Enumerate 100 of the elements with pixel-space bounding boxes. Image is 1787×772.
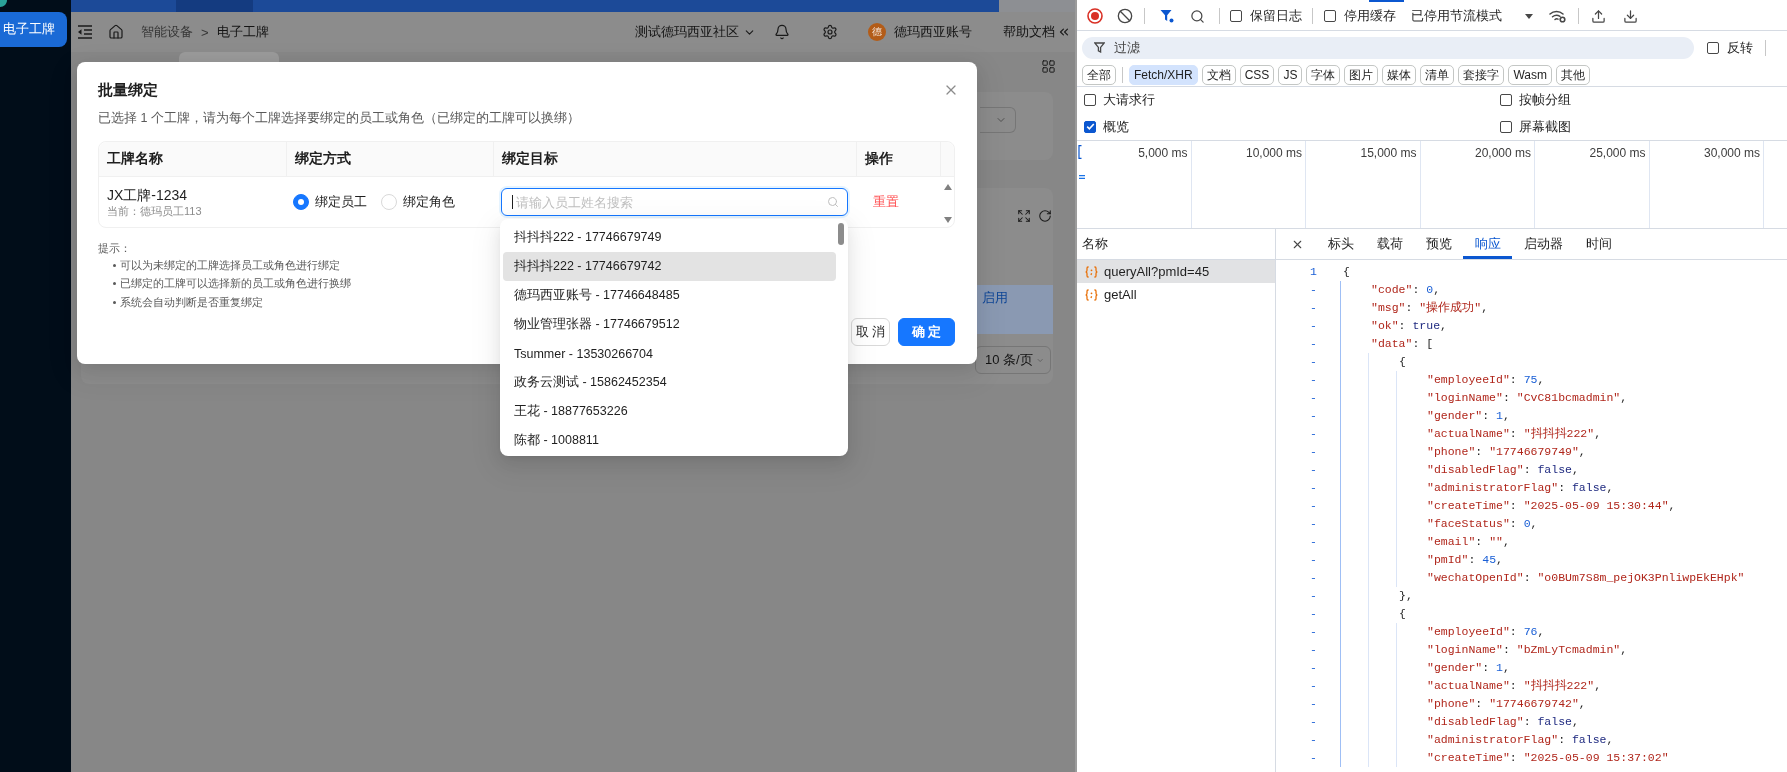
code-line: "createTime": "2025-05-09 15:30:44", — [1427, 498, 1677, 514]
checkbox-label[interactable]: 停用缓存 — [1344, 7, 1396, 25]
checkbox[interactable] — [1500, 94, 1512, 107]
bell-icon[interactable] — [774, 24, 790, 40]
code-line: "email": "", — [1427, 534, 1511, 550]
request-item[interactable]: getAll — [1077, 283, 1275, 306]
grid-icon[interactable] — [1041, 58, 1056, 74]
checkbox-label[interactable]: 按帧分组 — [1519, 91, 1571, 110]
breadcrumb-link[interactable]: 智能设备 — [141, 23, 193, 41]
line-number: - — [1310, 336, 1317, 352]
radio-label[interactable]: 绑定角色 — [403, 193, 455, 211]
tip-text: 可以为未绑定的工牌选择员工或角色进行绑定 — [120, 257, 340, 273]
checkbox[interactable] — [1500, 120, 1512, 133]
filter-chip[interactable]: 套接字 — [1458, 65, 1505, 85]
bullet-icon — [113, 263, 116, 267]
checkbox-label[interactable]: 大请求行 — [1103, 91, 1155, 110]
tab[interactable]: 启动器 — [1512, 229, 1574, 259]
tab[interactable]: 时间 — [1574, 229, 1623, 259]
cancel-button[interactable]: 取 消 — [851, 317, 890, 346]
tab[interactable]: 预览 — [1414, 229, 1463, 259]
filter-chip[interactable]: 字体 — [1306, 65, 1341, 85]
tab[interactable]: 响应 — [1463, 229, 1512, 259]
current-binding: 当前：德玛员工113 — [107, 203, 202, 219]
community-selector[interactable]: 测试德玛西亚社区 — [635, 23, 756, 41]
select-field[interactable] — [980, 107, 1016, 133]
filter-chip[interactable]: 图片 — [1344, 65, 1379, 85]
fullscreen-icon[interactable] — [1017, 209, 1031, 223]
scrollbar-thumb[interactable] — [838, 223, 844, 245]
checkbox-label[interactable]: 保留日志 — [1250, 7, 1302, 25]
filter-chip[interactable]: Wasm — [1508, 65, 1552, 85]
radio-button[interactable] — [293, 194, 309, 210]
filter-chip[interactable]: 其他 — [1555, 65, 1590, 85]
dropdown-option[interactable]: 抖抖抖222 - 17746679742 — [503, 252, 836, 281]
account-name: 德玛西亚账号 — [894, 23, 972, 41]
checkbox[interactable] — [1707, 41, 1719, 54]
checkbox-label[interactable]: 屏幕截图 — [1519, 117, 1571, 136]
checkbox[interactable] — [1084, 120, 1096, 133]
refresh-icon[interactable] — [1038, 209, 1052, 223]
download-icon[interactable] — [1623, 8, 1638, 24]
line-number: - — [1310, 660, 1317, 676]
caret-down-icon[interactable] — [1525, 13, 1533, 19]
overview-handle-icon[interactable] — [1078, 145, 1082, 159]
help-link[interactable]: 帮助文档 — [1003, 23, 1055, 41]
column-header: 绑定方式 — [287, 142, 494, 176]
wifi-gear-icon[interactable] — [1549, 9, 1566, 23]
filter-chip[interactable]: JS — [1278, 65, 1303, 85]
menu-fold-icon[interactable] — [77, 25, 93, 39]
tab[interactable]: 载荷 — [1365, 229, 1414, 259]
code-line: "actualName": "抖抖抖222", — [1427, 678, 1603, 694]
settings-icon[interactable] — [822, 24, 838, 40]
stop-recording-icon[interactable] — [1087, 8, 1103, 24]
filter-chip[interactable]: 全部 — [1082, 65, 1116, 85]
code-line: "loginName": "bZmLyTcmadmin", — [1427, 642, 1629, 658]
code-line: "faceStatus": 0, — [1427, 516, 1539, 532]
search-icon[interactable] — [1190, 8, 1205, 24]
clear-icon[interactable] — [1117, 8, 1133, 24]
filter-chip[interactable]: CSS — [1239, 65, 1275, 85]
code-line: "createTime": "2025-05-09 15:37:02" — [1427, 750, 1670, 766]
filter-chip[interactable]: 文档 — [1201, 65, 1236, 85]
scroll-up-arrow-icon[interactable] — [943, 184, 952, 190]
radio-label[interactable]: 绑定员工 — [315, 193, 367, 211]
breadcrumb-separator: > — [201, 24, 209, 40]
logo-icon — [0, 0, 10, 10]
double-chevron-left-icon[interactable] — [1057, 25, 1071, 39]
scroll-down-arrow-icon[interactable] — [943, 217, 952, 223]
checkbox[interactable] — [1230, 10, 1242, 22]
filter-chip[interactable]: Fetch/XHR — [1129, 65, 1198, 85]
request-bars-drawing — [1079, 175, 1085, 179]
throttling-select[interactable]: 已停用节流模式 — [1411, 7, 1502, 25]
filter-chip[interactable]: 清单 — [1420, 65, 1455, 85]
filter-field[interactable]: 过滤 — [1082, 36, 1694, 59]
code-line: "ok": true, — [1371, 318, 1448, 334]
checkbox-label[interactable]: 反转 — [1727, 38, 1753, 57]
badge-name: JX工牌-1234 — [107, 185, 189, 204]
home-icon[interactable] — [108, 24, 124, 40]
filter-chip[interactable]: 媒体 — [1382, 65, 1417, 85]
time-tick: 10,000 ms — [1245, 146, 1302, 160]
search-field[interactable]: 请输入员工姓名搜索 — [501, 188, 848, 216]
search-icon — [827, 196, 839, 208]
checkbox-label[interactable]: 概览 — [1103, 117, 1129, 136]
code-line: { — [1399, 354, 1407, 370]
tips-title: 提示： — [98, 241, 131, 256]
request-item[interactable]: queryAll?pmId=45 — [1077, 260, 1275, 283]
sidebar-item[interactable]: 电子工牌 — [0, 12, 67, 47]
line-number: - — [1310, 732, 1317, 748]
line-number: - — [1310, 750, 1317, 766]
checkbox[interactable] — [1324, 10, 1336, 22]
code-line: "gender": 1, — [1427, 408, 1511, 424]
code-line: "disabledFlag": false, — [1427, 462, 1580, 478]
confirm-button[interactable]: 确 定 — [898, 317, 955, 346]
line-number: - — [1310, 588, 1317, 604]
tab[interactable]: 标头 — [1316, 229, 1365, 259]
filter-icon[interactable] — [1160, 9, 1174, 23]
column-header: 操作 — [857, 142, 941, 176]
code-line: "code": 0, — [1371, 282, 1442, 298]
line-number: - — [1310, 696, 1317, 712]
avatar[interactable]: 德 — [868, 23, 886, 41]
line-number: - — [1310, 300, 1317, 316]
checkbox[interactable] — [1084, 94, 1096, 107]
upload-icon[interactable] — [1591, 8, 1606, 24]
